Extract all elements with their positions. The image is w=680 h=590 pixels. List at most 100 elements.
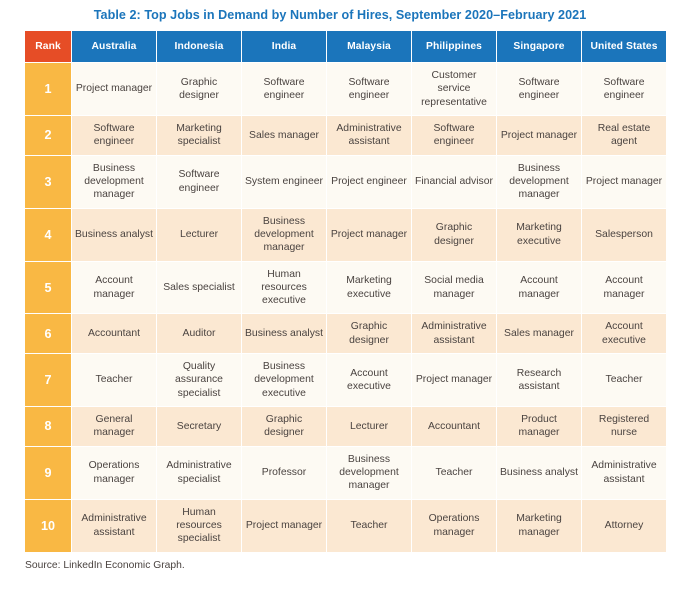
job-cell: Account executive — [582, 314, 666, 354]
table-header: Rank Australia Indonesia India Malaysia Phili… — [25, 31, 666, 63]
table-row: 8 General manager Secretary Graphic designe… — [25, 407, 666, 446]
rank-cell: 4 — [25, 208, 71, 261]
job-cell: Auditor — [157, 314, 241, 354]
job-cell: Graphic designer — [157, 63, 241, 116]
column-header-united-states[interactable]: United States — [582, 31, 666, 63]
job-cell: Project manager — [72, 63, 156, 116]
table-page: Table 2: Top Jobs in Demand by Number of… — [0, 0, 680, 590]
job-cell: Accountant — [72, 314, 156, 354]
job-cell: Human resources specialist — [157, 499, 241, 552]
job-cell: Quality assurance specialist — [157, 354, 241, 407]
job-cell: Financial advisor — [412, 155, 496, 208]
rank-cell: 2 — [25, 116, 71, 155]
column-header-malaysia[interactable]: Malaysia — [327, 31, 411, 63]
rank-cell: 6 — [25, 314, 71, 354]
table-row: 7 Teacher Quality assurance specialist Busi… — [25, 354, 666, 407]
table-header-row: Rank Australia Indonesia India Malaysia Phili… — [25, 31, 666, 63]
rank-cell: 3 — [25, 155, 71, 208]
table-row: 6 Accountant Auditor Business analyst Graphi… — [25, 314, 666, 354]
job-cell: Account manager — [72, 261, 156, 314]
job-cell: Business development executive — [242, 354, 326, 407]
table-row: 4 Business analyst Lecturer Business develo… — [25, 208, 666, 261]
job-cell: Project manager — [412, 354, 496, 407]
job-cell: Project manager — [497, 116, 581, 155]
job-cell: Product manager — [497, 407, 581, 446]
table-row: 9 Operations manager Administrative specia… — [25, 446, 666, 499]
rank-cell: 9 — [25, 446, 71, 499]
job-cell: Marketing executive — [327, 261, 411, 314]
job-cell: Business development manager — [327, 446, 411, 499]
job-cell: Software engineer — [242, 63, 326, 116]
job-cell: Marketing manager — [497, 499, 581, 552]
rank-cell: 8 — [25, 407, 71, 446]
table-row: 5 Account manager Sales specialist Human re… — [25, 261, 666, 314]
job-cell: Research assistant — [497, 354, 581, 407]
table-container: Rank Australia Indonesia India Malaysia Phili… — [24, 30, 666, 552]
job-cell: Business development manager — [72, 155, 156, 208]
job-cell: Salesperson — [582, 208, 666, 261]
job-cell: Operations manager — [412, 499, 496, 552]
rank-cell: 7 — [25, 354, 71, 407]
job-cell: Marketing executive — [497, 208, 581, 261]
job-cell: Registered nurse — [582, 407, 666, 446]
job-cell: General manager — [72, 407, 156, 446]
job-cell: Administrative assistant — [327, 116, 411, 155]
job-cell: Software engineer — [72, 116, 156, 155]
job-cell: Administrative assistant — [582, 446, 666, 499]
job-cell: Customer service representative — [412, 63, 496, 116]
job-cell: Graphic designer — [412, 208, 496, 261]
job-cell: Software engineer — [582, 63, 666, 116]
job-cell: Account manager — [497, 261, 581, 314]
job-cell: Sales specialist — [157, 261, 241, 314]
table-row: 10 Administrative assistant Human resource… — [25, 499, 666, 552]
job-cell: Software engineer — [497, 63, 581, 116]
table-row: 1 Project manager Graphic designer Software… — [25, 63, 666, 116]
job-cell: Software engineer — [157, 155, 241, 208]
job-cell: Sales manager — [242, 116, 326, 155]
job-cell: Administrative assistant — [412, 314, 496, 354]
job-cell: Business development manager — [497, 155, 581, 208]
job-cell: Sales manager — [497, 314, 581, 354]
job-cell: Graphic designer — [242, 407, 326, 446]
job-cell: Software engineer — [327, 63, 411, 116]
job-cell: Administrative assistant — [72, 499, 156, 552]
page-title: Table 2: Top Jobs in Demand by Number of… — [93, 8, 587, 22]
job-cell: Teacher — [412, 446, 496, 499]
job-cell: Business development manager — [242, 208, 326, 261]
column-header-rank[interactable]: Rank — [25, 31, 71, 63]
column-header-philippines[interactable]: Philippines — [412, 31, 496, 63]
job-cell: Project manager — [327, 208, 411, 261]
column-header-india[interactable]: India — [242, 31, 326, 63]
job-cell: Teacher — [72, 354, 156, 407]
job-cell: Marketing specialist — [157, 116, 241, 155]
column-header-indonesia[interactable]: Indonesia — [157, 31, 241, 63]
jobs-table: Rank Australia Indonesia India Malaysia Phili… — [24, 30, 667, 552]
job-cell: Accountant — [412, 407, 496, 446]
job-cell: Attorney — [582, 499, 666, 552]
rank-cell: 10 — [25, 499, 71, 552]
job-cell: Teacher — [582, 354, 666, 407]
column-header-singapore[interactable]: Singapore — [497, 31, 581, 63]
column-header-australia[interactable]: Australia — [72, 31, 156, 63]
job-cell: Human resources executive — [242, 261, 326, 314]
job-cell: Business analyst — [242, 314, 326, 354]
job-cell: Project manager — [582, 155, 666, 208]
job-cell: Secretary — [157, 407, 241, 446]
job-cell: Lecturer — [327, 407, 411, 446]
job-cell: Project manager — [242, 499, 326, 552]
job-cell: Account manager — [582, 261, 666, 314]
job-cell: Operations manager — [72, 446, 156, 499]
job-cell: Administrative specialist — [157, 446, 241, 499]
job-cell: Lecturer — [157, 208, 241, 261]
source-note: Source: LinkedIn Economic Graph. — [25, 559, 185, 571]
table-row: 3 Business development manager Software en… — [25, 155, 666, 208]
job-cell: Project engineer — [327, 155, 411, 208]
job-cell: Business analyst — [72, 208, 156, 261]
job-cell: Social media manager — [412, 261, 496, 314]
job-cell: Graphic designer — [327, 314, 411, 354]
job-cell: Teacher — [327, 499, 411, 552]
job-cell: Real estate agent — [582, 116, 666, 155]
rank-cell: 5 — [25, 261, 71, 314]
job-cell: Software engineer — [412, 116, 496, 155]
job-cell: Account executive — [327, 354, 411, 407]
